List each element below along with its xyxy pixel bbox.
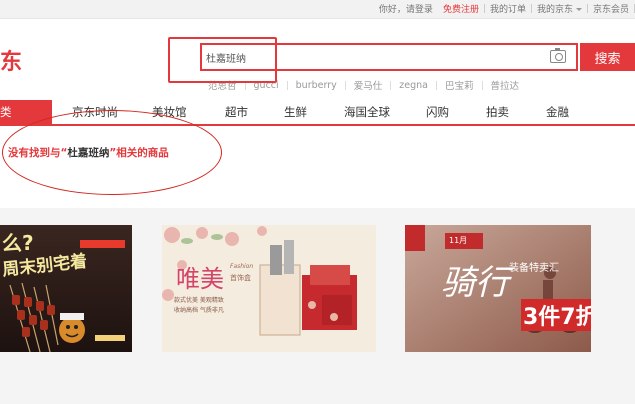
- hot-word[interactable]: 普拉达: [483, 78, 528, 92]
- jd-search-page: 你好，请登录 免费注册 我的订单 我的京东 京东会员 东 搜索 范思哲 gucc…: [0, 0, 635, 404]
- nav-item-beauty[interactable]: 美妆馆: [152, 104, 187, 120]
- jewelry-fashion: Fashion: [230, 263, 254, 270]
- my-orders-link[interactable]: 我的订单: [485, 2, 531, 15]
- chevron-down-icon: [575, 8, 582, 11]
- hot-word[interactable]: 巴宝莉: [437, 78, 482, 92]
- jewelry-desc-2: 收纳高档 气质非凡: [174, 307, 224, 314]
- top-bar: 你好，请登录 免费注册 我的订单 我的京东 京东会员: [0, 0, 635, 19]
- jewelry-subtitle: 首饰盒: [230, 274, 251, 282]
- cycling-sale-banner[interactable]: 11月 骑行 装备特卖汇 3件7折: [405, 225, 591, 352]
- no-result-keyword: 杜嘉班纳: [67, 147, 110, 159]
- nav-item-global[interactable]: 海国全球: [344, 104, 390, 120]
- search-input[interactable]: [206, 45, 536, 69]
- nav-item-flash-sale[interactable]: 闪购: [426, 104, 449, 120]
- hot-word[interactable]: burberry: [288, 80, 345, 91]
- nav-item-fresh[interactable]: 生鲜: [284, 104, 307, 120]
- nav-item-supermarket[interactable]: 超市: [225, 104, 248, 120]
- cycling-title: 骑行: [441, 263, 509, 303]
- nav-all-categories-label: 类: [0, 105, 12, 119]
- nav-item-auction[interactable]: 拍卖: [486, 104, 509, 120]
- jd-logo[interactable]: 东: [0, 44, 22, 76]
- hot-word[interactable]: gucci: [246, 80, 287, 91]
- bbq-weekend-banner[interactable]: 么? 周末别宅着: [0, 225, 132, 352]
- hot-words: 范思哲 gucci burberry 爱马仕 zegna 巴宝莉 普拉达: [200, 78, 528, 93]
- camera-icon[interactable]: [550, 48, 566, 63]
- jewelry-box-banner[interactable]: 唯美 Fashion 首饰盒 款式优美 美观精致 收纳高档 气质非凡: [162, 225, 376, 352]
- jd-member-link[interactable]: 京东会员: [588, 2, 634, 15]
- my-jd-label: 我的京东: [536, 5, 573, 15]
- jewelry-title: 唯美: [176, 265, 224, 293]
- cycling-discount: 3件7折: [521, 299, 591, 331]
- no-result-prefix: 没有找到与“: [8, 147, 68, 159]
- login-link[interactable]: 你好，请登录: [374, 2, 438, 15]
- register-link[interactable]: 免费注册: [438, 2, 484, 15]
- nav-item-fashion[interactable]: 京东时尚: [72, 104, 118, 120]
- hot-word[interactable]: 范思哲: [200, 78, 245, 92]
- search-box: [200, 43, 578, 71]
- jewelry-desc-1: 款式优美 美观精致: [174, 297, 224, 304]
- nav-item-finance[interactable]: 金融: [546, 104, 569, 120]
- search-button[interactable]: 搜索: [580, 43, 635, 71]
- nav-all-categories[interactable]: 类: [0, 100, 52, 126]
- hot-word[interactable]: 爱马仕: [346, 78, 391, 92]
- no-result-message: 没有找到与“杜嘉班纳”相关的商品: [8, 145, 169, 160]
- no-result-suffix: ”相关的商品: [109, 147, 169, 159]
- main-nav: 类 京东时尚 美妆馆 超市 生鲜 海国全球 闪购 拍卖 金融: [0, 100, 635, 126]
- top-links: 你好，请登录 免费注册 我的订单 我的京东 京东会员: [374, 2, 635, 15]
- cycling-subtitle: 装备特卖汇: [509, 263, 559, 274]
- cycling-date: 11月: [449, 236, 468, 245]
- my-jd-link[interactable]: 我的京东: [532, 2, 587, 15]
- hot-word[interactable]: zegna: [391, 80, 436, 91]
